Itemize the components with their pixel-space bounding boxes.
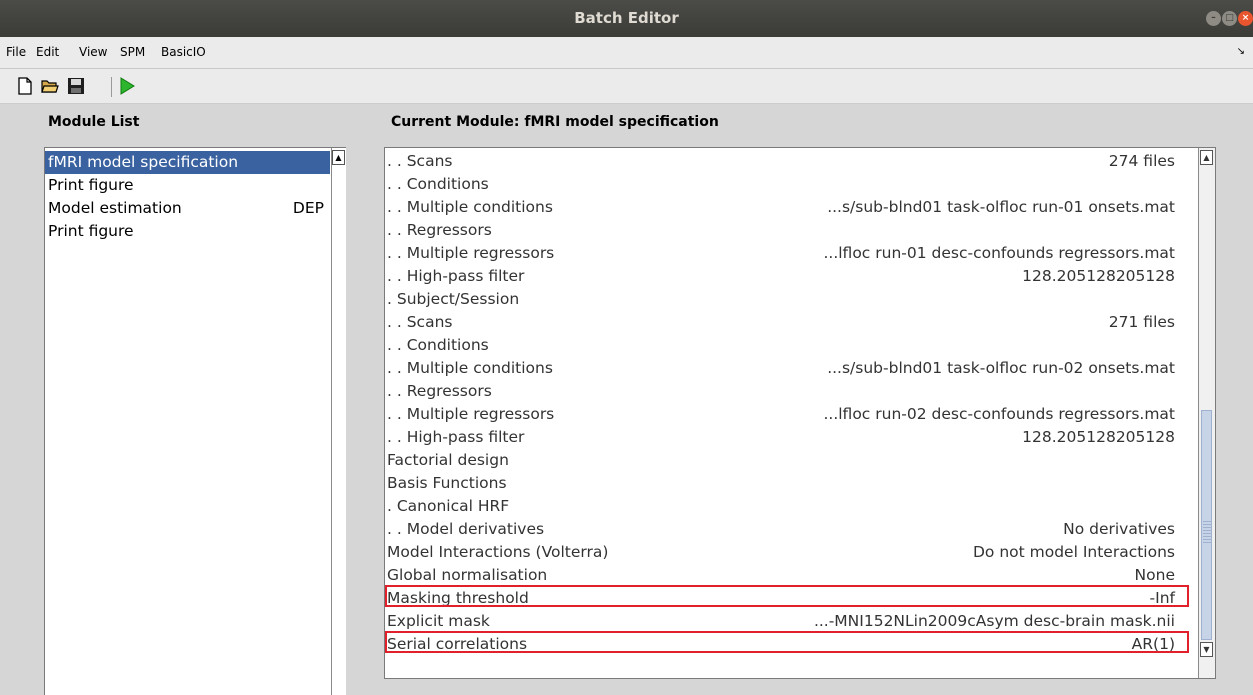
module-item[interactable]: Print figure xyxy=(45,174,330,197)
entry-label: . . Model derivatives xyxy=(387,520,545,538)
module-item[interactable]: fMRI model specification xyxy=(45,151,330,174)
menu-file[interactable]: File xyxy=(6,45,26,59)
menu-bar: File Edit View SPM BasicIO ↘ xyxy=(0,37,1253,69)
close-icon[interactable]: × xyxy=(1238,11,1253,26)
module-entry[interactable]: . . Multiple regressors ...lfloc run-01 d… xyxy=(387,242,1189,265)
entry-value: ...lfloc run-01 desc-confounds regressor… xyxy=(823,244,1175,262)
module-entry[interactable]: . Canonical HRF xyxy=(387,495,1189,518)
run-icon[interactable] xyxy=(118,77,136,95)
entry-label: . . Conditions xyxy=(387,336,489,354)
entry-label: . . Multiple regressors xyxy=(387,405,555,423)
entry-label: Explicit mask xyxy=(387,612,490,630)
module-entry[interactable]: Explicit mask ...-MNI152NLin2009cAsym des… xyxy=(387,610,1189,633)
entry-label: . Subject/Session xyxy=(387,290,520,308)
module-entry[interactable]: Model Interactions (Volterra) Do not mode… xyxy=(387,541,1189,564)
entry-label: Model Interactions (Volterra) xyxy=(387,543,609,561)
module-item-label: Print figure xyxy=(48,176,134,194)
current-module-list[interactable]: . . Scans 274 files . . Conditions . . Mu… xyxy=(384,147,1216,679)
scroll-down-icon[interactable]: ▼ xyxy=(1200,642,1213,657)
menubar-overflow-icon[interactable]: ↘ xyxy=(1237,46,1245,57)
module-list[interactable]: fMRI model specification Print figure Mo… xyxy=(44,147,346,695)
entry-label: . . High-pass filter xyxy=(387,267,525,285)
entry-value: ...s/sub-blnd01 task-olfloc run-02 onset… xyxy=(827,359,1175,377)
module-entry[interactable]: . . Multiple conditions ...s/sub-blnd01 t… xyxy=(387,357,1189,380)
entry-label: . . Regressors xyxy=(387,382,492,400)
minimize-icon[interactable]: – xyxy=(1206,11,1221,26)
open-folder-icon[interactable] xyxy=(41,77,59,95)
module-entry[interactable]: Global normalisation None xyxy=(387,564,1189,587)
module-entry[interactable]: Factorial design xyxy=(387,449,1189,472)
module-list-heading: Module List xyxy=(48,114,140,130)
scroll-up-icon[interactable]: ▲ xyxy=(332,150,345,165)
current-module-heading: Current Module: fMRI model specification xyxy=(391,114,719,130)
entry-label: . . Conditions xyxy=(387,175,489,193)
entry-label: Global normalisation xyxy=(387,566,548,584)
entry-label: . . Multiple conditions xyxy=(387,359,553,377)
window-title: Batch Editor xyxy=(574,9,679,27)
module-item-tag: DEP xyxy=(292,199,324,217)
scrollbar-grip xyxy=(1203,519,1211,543)
module-item-label: fMRI model specification xyxy=(48,153,239,171)
entry-value: No derivatives xyxy=(1063,520,1175,538)
module-entry[interactable]: . . Regressors xyxy=(387,219,1189,242)
menu-spm[interactable]: SPM xyxy=(120,45,145,59)
entry-label: . . High-pass filter xyxy=(387,428,525,446)
module-entry[interactable]: . . Scans 271 files xyxy=(387,311,1189,334)
entry-value: ...s/sub-blnd01 task-olfloc run-01 onset… xyxy=(827,198,1175,216)
entry-label: . . Multiple conditions xyxy=(387,198,553,216)
maximize-icon[interactable]: □ xyxy=(1222,11,1237,26)
entry-value: ...lfloc run-02 desc-confounds regressor… xyxy=(823,405,1175,423)
entry-value: 271 files xyxy=(1108,313,1175,331)
module-entry[interactable]: . . Conditions xyxy=(387,334,1189,357)
new-file-icon[interactable] xyxy=(16,77,34,95)
current-module-scrollbar[interactable]: ▲ ▼ xyxy=(1198,148,1215,678)
entry-value: 128.205128205128 xyxy=(1022,428,1175,446)
entry-value: ...-MNI152NLin2009cAsym desc-brain mask.… xyxy=(813,612,1175,630)
title-bar: Batch Editor – □ × xyxy=(0,0,1253,37)
entry-label: . . Multiple regressors xyxy=(387,244,555,262)
module-entry[interactable]: . . Model derivatives No derivatives xyxy=(387,518,1189,541)
highlight-box-serial-correlations xyxy=(385,631,1189,653)
scrollbar-thumb[interactable] xyxy=(1201,410,1212,640)
module-entry[interactable]: . . Multiple regressors ...lfloc run-02 d… xyxy=(387,403,1189,426)
module-entry[interactable]: . Subject/Session xyxy=(387,288,1189,311)
menu-edit[interactable]: Edit xyxy=(36,45,59,59)
module-entry[interactable]: . . High-pass filter 128.205128205128 xyxy=(387,265,1189,288)
module-item-label: Model estimation xyxy=(48,199,182,217)
entry-value: 128.205128205128 xyxy=(1022,267,1175,285)
entry-label: Basis Functions xyxy=(387,474,507,492)
module-entry[interactable]: . . Conditions xyxy=(387,173,1189,196)
module-entry[interactable]: Basis Functions xyxy=(387,472,1189,495)
entry-label: . . Regressors xyxy=(387,221,492,239)
menu-basicio[interactable]: BasicIO xyxy=(161,45,206,59)
scroll-up-icon[interactable]: ▲ xyxy=(1200,150,1213,165)
entry-label: . . Scans xyxy=(387,313,453,331)
module-item-label: Print figure xyxy=(48,222,134,240)
entry-label: . Canonical HRF xyxy=(387,497,510,515)
module-entry[interactable]: . . Scans 274 files xyxy=(387,150,1189,173)
entry-label: . . Scans xyxy=(387,152,453,170)
save-icon[interactable] xyxy=(67,77,85,95)
module-entry[interactable]: . . Regressors xyxy=(387,380,1189,403)
toolbar-separator xyxy=(111,77,112,97)
entry-label: Factorial design xyxy=(387,451,509,469)
module-item[interactable]: Model estimation DEP xyxy=(45,197,330,220)
entry-value: 274 files xyxy=(1108,152,1175,170)
module-list-scrollbar[interactable]: ▲ xyxy=(331,148,346,695)
module-entry[interactable]: . . High-pass filter 128.205128205128 xyxy=(387,426,1189,449)
entry-value: None xyxy=(1134,566,1175,584)
menu-view[interactable]: View xyxy=(79,45,107,59)
entry-value: Do not model Interactions xyxy=(972,543,1175,561)
highlight-box-masking-threshold xyxy=(385,585,1189,607)
module-entry[interactable]: . . Multiple conditions ...s/sub-blnd01 t… xyxy=(387,196,1189,219)
toolbar xyxy=(0,69,1253,104)
module-item[interactable]: Print figure xyxy=(45,220,330,243)
